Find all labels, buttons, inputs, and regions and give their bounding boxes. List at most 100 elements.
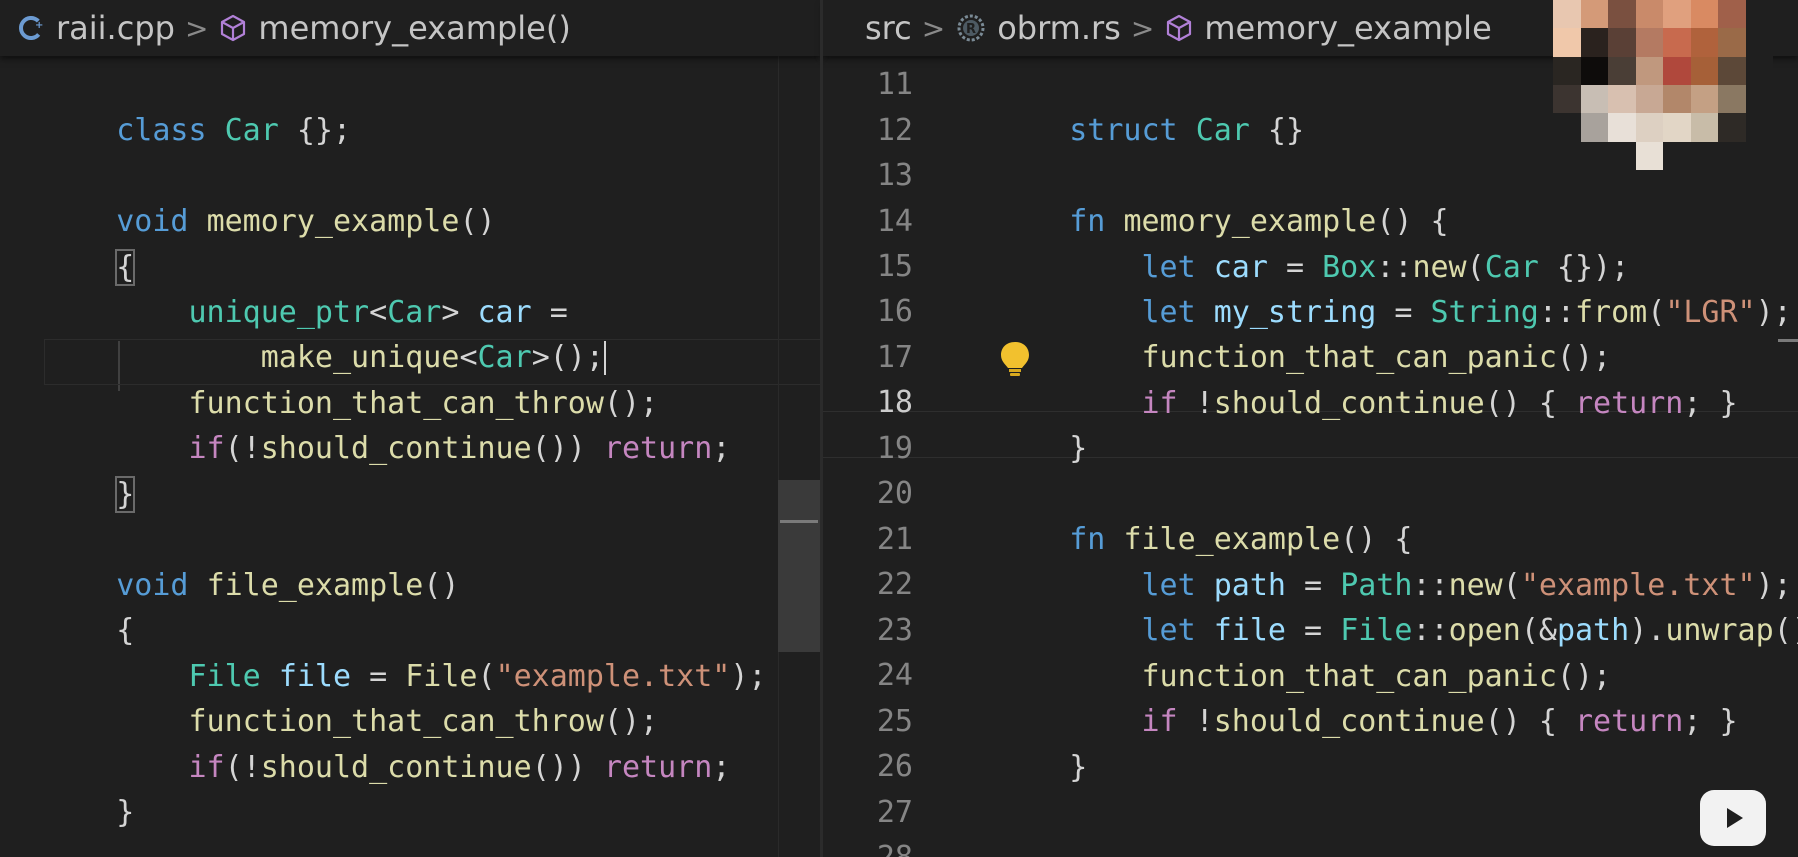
code-line: fn memory_example() { (997, 153, 1448, 239)
line-number: 16 (876, 294, 913, 329)
keyword: struct (1069, 112, 1178, 148)
scrollbar-cursor-marker (780, 520, 818, 523)
string-literal: "LGR" (1665, 294, 1756, 330)
line-number: 20 (876, 476, 913, 511)
control-keyword: return (1575, 703, 1684, 739)
code-line: if(!should_continue()) return; (0, 699, 731, 785)
code-line: function_that_can_throw(); (0, 653, 659, 739)
line-number: 13 (876, 158, 913, 193)
punctuation: {} (1249, 112, 1305, 148)
code-line: } (0, 744, 134, 830)
punctuation: ()) (531, 430, 604, 466)
breadcrumb-file[interactable]: obrm.rs (997, 9, 1121, 47)
line-number: 21 (876, 522, 913, 557)
type-name: Car (224, 112, 279, 148)
left-scrollbar-thumb[interactable] (778, 480, 820, 652)
punctuation: ( (1647, 294, 1666, 330)
line-number: 17 (876, 340, 913, 375)
code-line: } (997, 380, 1087, 466)
punctuation: (! (224, 749, 261, 785)
punctuation: ); (730, 658, 767, 694)
breadcrumb-file[interactable]: raii.cpp (56, 9, 175, 47)
punctuation: ; (712, 430, 731, 466)
play-icon (1727, 808, 1743, 828)
breadcrumb-symbol[interactable]: memory_example() (258, 9, 570, 47)
line-number: 22 (876, 567, 913, 602)
control-keyword: return (603, 430, 713, 466)
function-name: unwrap (1665, 612, 1774, 648)
code-line: void memory_example() (0, 153, 495, 239)
punctuation: () (423, 567, 460, 603)
code-line: function_that_can_panic(); (997, 289, 1612, 375)
function-name: should_continue (1213, 703, 1485, 739)
brace-close: } (115, 475, 136, 513)
breadcrumb-folder[interactable]: src (865, 9, 912, 47)
method-cube-icon (1164, 13, 1194, 43)
cpp-editor[interactable]: class Car {}; void memory_example() { un… (0, 56, 820, 857)
operator: ! (1177, 385, 1214, 421)
keyword: class (116, 112, 207, 148)
scrollbar-cursor-marker (1778, 339, 1798, 342)
code-line: fn file_example() { (997, 471, 1412, 557)
code-line: File file = File("example.txt"); (0, 608, 767, 694)
punctuation: ); (1755, 294, 1792, 330)
play-button[interactable] (1700, 790, 1766, 846)
code-line: make_unique<Car>(); (0, 289, 606, 375)
punctuation: ()) (531, 749, 604, 785)
line-number: 14 (876, 204, 913, 239)
code-line: let file = File::open(&path).unwrap(); (997, 562, 1798, 648)
code-line: if !should_continue() { return; } (997, 653, 1738, 739)
function-name: should_continue (260, 430, 532, 466)
line-number: 23 (876, 613, 913, 648)
code-line: let path = Path::new("example.txt"); (997, 517, 1792, 603)
pane-divider[interactable] (820, 0, 823, 857)
function-name: memory_example (206, 203, 460, 239)
code-line: function_that_can_panic(); (997, 608, 1612, 694)
method-cube-icon (218, 13, 248, 43)
control-keyword: if (1141, 385, 1178, 421)
left-breadcrumb: + raii.cpp > memory_example() (0, 0, 820, 56)
control-keyword: return (603, 749, 713, 785)
line-number: 11 (876, 67, 913, 102)
code-line: { (0, 199, 136, 286)
rust-editor[interactable]: 11 12 13 14 15 16 17 18 19 20 21 22 23 2… (823, 56, 1798, 857)
type-name: Car (1195, 112, 1250, 148)
control-keyword: if (188, 430, 225, 466)
rust-file-icon: R (955, 12, 987, 44)
operator: ! (1177, 703, 1214, 739)
code-line: } (0, 426, 136, 513)
line-number: 24 (876, 658, 913, 693)
code-line: let my_string = String::from("LGR"); (997, 244, 1792, 330)
code-line: unique_ptr<Car> car = (0, 244, 568, 330)
svg-text:+: + (35, 20, 43, 31)
punctuation: ; (712, 749, 731, 785)
line-number: 19 (876, 431, 913, 466)
code-line: if(!should_continue()) return; (0, 380, 731, 466)
punctuation: (); (1773, 612, 1798, 648)
punctuation: ; } (1683, 703, 1738, 739)
function-name: file_example (206, 567, 424, 603)
line-number: 15 (876, 249, 913, 284)
breadcrumb-separator: > (184, 11, 209, 45)
brace-close: } (1069, 430, 1088, 466)
cpp-file-icon: + (18, 14, 46, 42)
line-number: 12 (876, 113, 913, 148)
code-line: { (0, 562, 134, 648)
line-number: 27 (876, 795, 913, 830)
control-keyword: return (1575, 385, 1684, 421)
line-number: 25 (876, 704, 913, 739)
punctuation: () { (1484, 703, 1575, 739)
punctuation: () (459, 203, 496, 239)
svg-text:R: R (966, 22, 976, 37)
control-keyword: if (1141, 703, 1178, 739)
control-keyword: if (188, 749, 225, 785)
function-name: should_continue (1213, 385, 1485, 421)
code-line: void file_example() (0, 517, 459, 603)
code-line: let car = Box::new(Car {}); (997, 199, 1630, 285)
breadcrumb-symbol[interactable]: memory_example (1204, 9, 1491, 47)
punctuation: () { (1484, 385, 1575, 421)
code-line: struct Car {} (997, 62, 1304, 148)
